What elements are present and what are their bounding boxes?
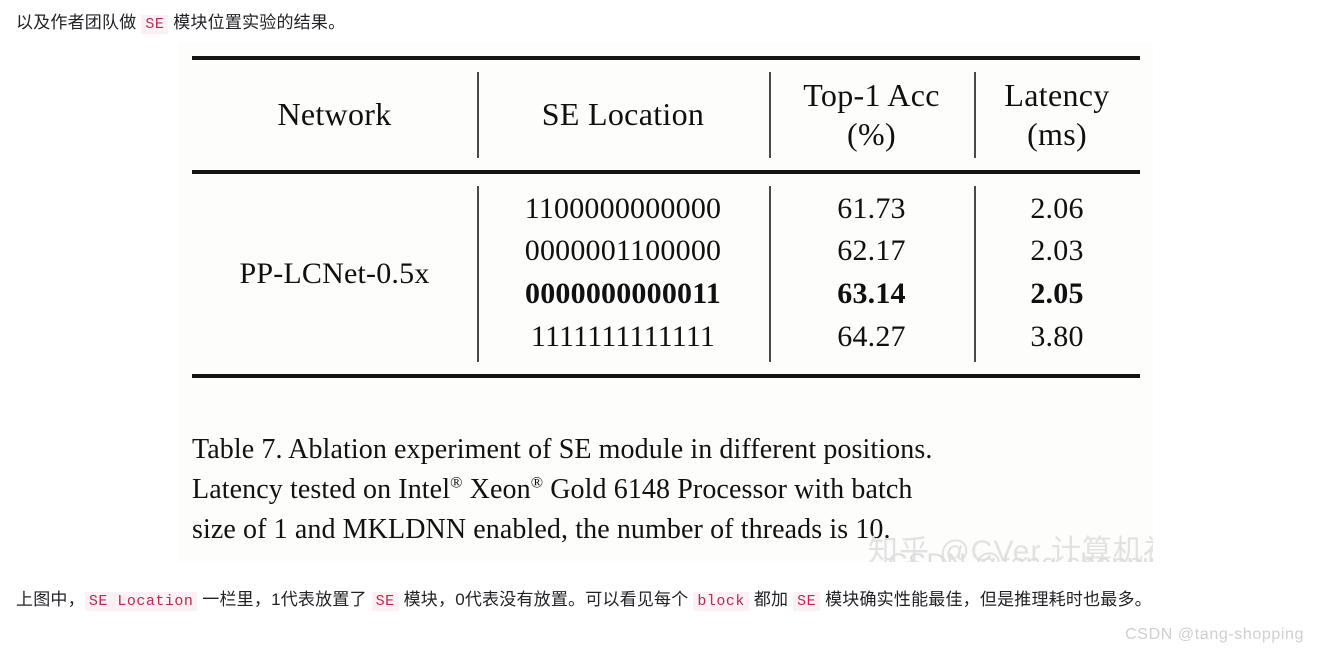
inline-code-se-2: SE: [371, 592, 399, 611]
top1-acc-value: 61.73: [837, 191, 906, 225]
inline-code-block: block: [693, 592, 749, 611]
caption-line2-a: Latency tested on Intel: [192, 473, 451, 505]
header-cell-latency: Latency (ms): [974, 60, 1140, 170]
table-bottom-rule: [192, 374, 1140, 378]
inline-code-se: SE: [141, 15, 169, 34]
inline-code-se-3: SE: [793, 592, 821, 611]
intro-text-part1: 以及作者团队做: [16, 13, 142, 32]
outro-text-part3: 模块，0代表没有放置。可以看见每个: [398, 590, 694, 609]
header-cell-network: Network: [192, 60, 477, 170]
intro-text-part2: 模块位置实验的结果。: [168, 13, 346, 32]
header-cell-top1-acc: Top-1 Acc (%): [769, 60, 974, 170]
se-location-value: 1111111111111: [530, 319, 716, 353]
header-top1-acc-unit: (%): [847, 116, 896, 152]
header-top1-acc-label: Top-1 Acc: [803, 76, 940, 113]
outro-paragraph: 上图中， SE Location 一栏里，1代表放置了 SE 模块，0代表没有放置…: [16, 585, 1306, 615]
body-cell-latency: 2.06 2.03 2.05 3.80: [974, 174, 1140, 374]
top1-acc-value: 63.14: [837, 277, 906, 310]
outro-text-part2: 一栏里，1代表放置了: [197, 590, 372, 609]
outro-text-part4: 都加: [748, 590, 794, 609]
latency-value: 2.03: [1030, 234, 1084, 268]
outro-text-part1: 上图中，: [16, 590, 85, 609]
latency-value: 2.06: [1030, 191, 1084, 225]
header-se-location-label: SE Location: [541, 96, 705, 133]
csdn-figure-watermark: CSDN @tang-shopping: [888, 548, 1153, 562]
caption-line2-b: Xeon: [462, 473, 531, 505]
top1-acc-value: 62.17: [837, 234, 906, 268]
se-location-value: 0000001100000: [524, 234, 722, 268]
registered-mark-icon: ®: [530, 473, 544, 492]
header-latency-unit: (ms): [1027, 116, 1087, 152]
table-header-row: Network SE Location Top-1 Acc (%) Latenc…: [192, 60, 1140, 170]
top1-acc-value: 64.27: [837, 319, 906, 353]
ablation-table: Network SE Location Top-1 Acc (%) Latenc…: [192, 56, 1140, 378]
body-cell-se-location: 1100000000000 0000001100000 000000000001…: [477, 174, 769, 374]
table-caption: Table 7. Ablation experiment of SE modul…: [192, 430, 1142, 549]
intro-paragraph: 以及作者团队做 SE 模块位置实验的结果。: [16, 8, 1306, 38]
page-watermark: CSDN @tang-shopping: [1125, 626, 1304, 643]
caption-line-1: Table 7. Ablation experiment of SE modul…: [192, 434, 933, 465]
se-location-value: 1100000000000: [524, 191, 722, 225]
latency-value: 3.80: [1030, 319, 1084, 353]
header-cell-se-location: SE Location: [477, 60, 769, 170]
table-body: PP-LCNet-0.5x 1100000000000 000000110000…: [192, 174, 1140, 374]
header-latency-label: Latency: [1004, 76, 1110, 113]
inline-code-se-location: SE Location: [84, 592, 198, 611]
outro-text-part5: 模块确实性能最佳，但是推理耗时也最多。: [820, 590, 1152, 609]
header-network-label: Network: [277, 96, 392, 133]
network-name: PP-LCNet-0.5x: [239, 257, 430, 290]
paper-table-figure: Network SE Location Top-1 Acc (%) Latenc…: [178, 42, 1153, 562]
body-cell-top1-acc: 61.73 62.17 63.14 64.27: [769, 174, 974, 374]
se-location-value: 0000000000011: [525, 277, 721, 310]
caption-line2-c: Gold 6148 Processor with batch: [543, 473, 913, 505]
caption-line-3: size of 1 and MKLDNN enabled, the number…: [192, 513, 891, 545]
latency-value: 2.05: [1030, 277, 1084, 310]
caption-line-2: Latency tested on Intel® Xeon® Gold 6148…: [192, 470, 1142, 510]
registered-mark-icon: ®: [450, 473, 463, 492]
body-cell-network: PP-LCNet-0.5x: [192, 174, 477, 374]
